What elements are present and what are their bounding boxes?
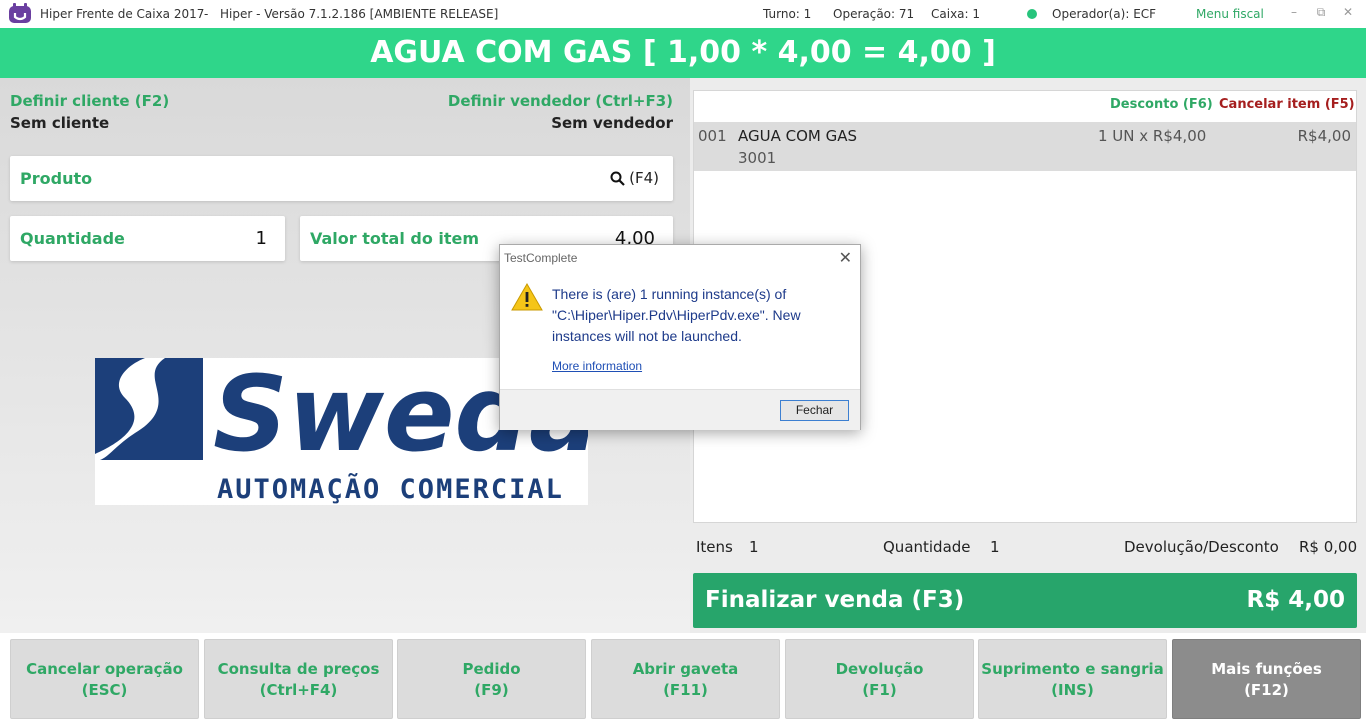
- caixa-value: 1: [972, 7, 981, 21]
- item-total: R$4,00: [1297, 127, 1351, 145]
- produto-search-button[interactable]: (F4): [610, 169, 659, 187]
- button-label: Mais funções: [1211, 659, 1322, 678]
- dialog-message: There is (are) 1 running instance(s) of …: [552, 286, 801, 344]
- button-label: Suprimento e sangria: [981, 659, 1164, 678]
- button-label: Consulta de preços: [217, 659, 380, 678]
- warning-icon: [511, 282, 543, 311]
- title-separator: -: [204, 7, 209, 21]
- finalizar-venda-button[interactable]: Finalizar venda (F3) R$ 4,00: [693, 573, 1357, 628]
- button-shortcut: (F9): [474, 680, 509, 699]
- function-bar: Cancelar operação (ESC) Consulta de preç…: [0, 633, 1366, 728]
- button-label: Cancelar operação: [26, 659, 183, 678]
- app-version: Hiper - Versão 7.1.2.186 [AMBIENTE RELEA…: [220, 7, 499, 21]
- devolucao-value: R$ 0,00: [1299, 538, 1358, 556]
- restore-icon[interactable]: ⧉: [1314, 5, 1328, 19]
- finalizar-amount: R$ 4,00: [1246, 587, 1345, 613]
- menu-fiscal-link[interactable]: Menu fiscal: [1196, 7, 1264, 21]
- title-bar: Hiper Frente de Caixa 2017 - Hiper - Ver…: [0, 0, 1366, 28]
- operador-stat: Operador(a): ECF: [1052, 7, 1156, 21]
- mais-funcoes-button[interactable]: Mais funções (F12): [1172, 639, 1361, 719]
- button-shortcut: (Ctrl+F4): [259, 680, 338, 699]
- itens-value: 1: [749, 538, 759, 556]
- pedido-button[interactable]: Pedido (F9): [397, 639, 586, 719]
- testcomplete-dialog: TestComplete ✕ There is (are) 1 running …: [499, 244, 861, 430]
- produto-input[interactable]: Produto (F4): [10, 156, 673, 201]
- current-product-header: AGUA COM GAS [ 1,00 * 4,00 = 4,00 ]: [0, 28, 1366, 78]
- quantidade-label: Quantidade: [20, 229, 125, 248]
- dialog-footer: Fechar: [500, 389, 860, 430]
- app-title: Hiper Frente de Caixa 2017: [40, 7, 205, 21]
- turno-stat: Turno: 1: [763, 7, 811, 21]
- fechar-button[interactable]: Fechar: [780, 400, 849, 421]
- vendedor-value: Sem vendedor: [551, 114, 673, 132]
- item-code: 3001: [738, 149, 777, 167]
- quantidade-input[interactable]: Quantidade 1: [10, 216, 285, 261]
- search-icon: [610, 171, 625, 186]
- operador-value: ECF: [1133, 7, 1157, 21]
- valor-total-label: Valor total do item: [310, 229, 480, 248]
- button-label: Devolução: [835, 659, 924, 678]
- itens-label: Itens: [696, 538, 733, 556]
- caixa-stat: Caixa: 1: [931, 7, 980, 21]
- cart-item-row[interactable]: 001 AGUA COM GAS 3001 1 UN x R$4,00 R$4,…: [694, 122, 1356, 171]
- button-shortcut: (F11): [663, 680, 708, 699]
- button-label: Pedido: [462, 659, 521, 678]
- caixa-label: Caixa:: [931, 7, 969, 21]
- sweda-tagline: AUTOMAÇÃO COMERCIAL: [217, 473, 564, 505]
- produto-label: Produto: [20, 169, 93, 188]
- quantidade-value: 1: [255, 228, 267, 249]
- dialog-close-icon[interactable]: ✕: [839, 248, 852, 268]
- button-shortcut: (INS): [1051, 680, 1094, 699]
- abrir-gaveta-button[interactable]: Abrir gaveta (F11): [591, 639, 780, 719]
- cancelar-operacao-button[interactable]: Cancelar operação (ESC): [10, 639, 199, 719]
- button-shortcut: (F12): [1244, 680, 1289, 699]
- suprimento-sangria-button[interactable]: Suprimento e sangria (INS): [978, 639, 1167, 719]
- operacao-label: Operação:: [833, 7, 896, 21]
- minimize-icon[interactable]: –: [1287, 5, 1301, 19]
- consulta-precos-button[interactable]: Consulta de preços (Ctrl+F4): [204, 639, 393, 719]
- close-icon[interactable]: ✕: [1341, 5, 1355, 19]
- operacao-value: 71: [898, 7, 915, 21]
- summary-quantidade-label: Quantidade: [883, 538, 971, 556]
- cancelar-item-link[interactable]: Cancelar item (F5): [1219, 97, 1355, 112]
- produto-shortcut: (F4): [629, 169, 659, 187]
- more-information-link[interactable]: More information: [552, 359, 642, 373]
- hiper-logo-icon: [9, 3, 31, 23]
- devolucao-label: Devolução/Desconto: [1124, 538, 1279, 556]
- turno-label: Turno:: [763, 7, 800, 21]
- button-shortcut: (F1): [862, 680, 897, 699]
- dialog-title: TestComplete: [504, 251, 578, 265]
- item-quantity: 1 UN x R$4,00: [1098, 127, 1207, 145]
- operator-status-icon: [1027, 9, 1037, 19]
- cliente-value: Sem cliente: [10, 114, 110, 132]
- operacao-stat: Operação: 71: [833, 7, 914, 21]
- devolucao-button[interactable]: Devolução (F1): [785, 639, 974, 719]
- button-shortcut: (ESC): [81, 680, 128, 699]
- button-label: Abrir gaveta: [632, 659, 739, 678]
- definir-vendedor-link[interactable]: Definir vendedor (Ctrl+F3): [448, 92, 673, 110]
- desconto-link[interactable]: Desconto (F6): [1110, 97, 1213, 112]
- item-name: AGUA COM GAS: [738, 127, 858, 145]
- operador-label: Operador(a):: [1052, 7, 1130, 21]
- definir-cliente-link[interactable]: Definir cliente (F2): [10, 92, 169, 110]
- item-number: 001: [698, 127, 727, 145]
- finalizar-label: Finalizar venda (F3): [705, 587, 965, 613]
- turno-value: 1: [803, 7, 812, 21]
- summary-quantidade-value: 1: [990, 538, 1000, 556]
